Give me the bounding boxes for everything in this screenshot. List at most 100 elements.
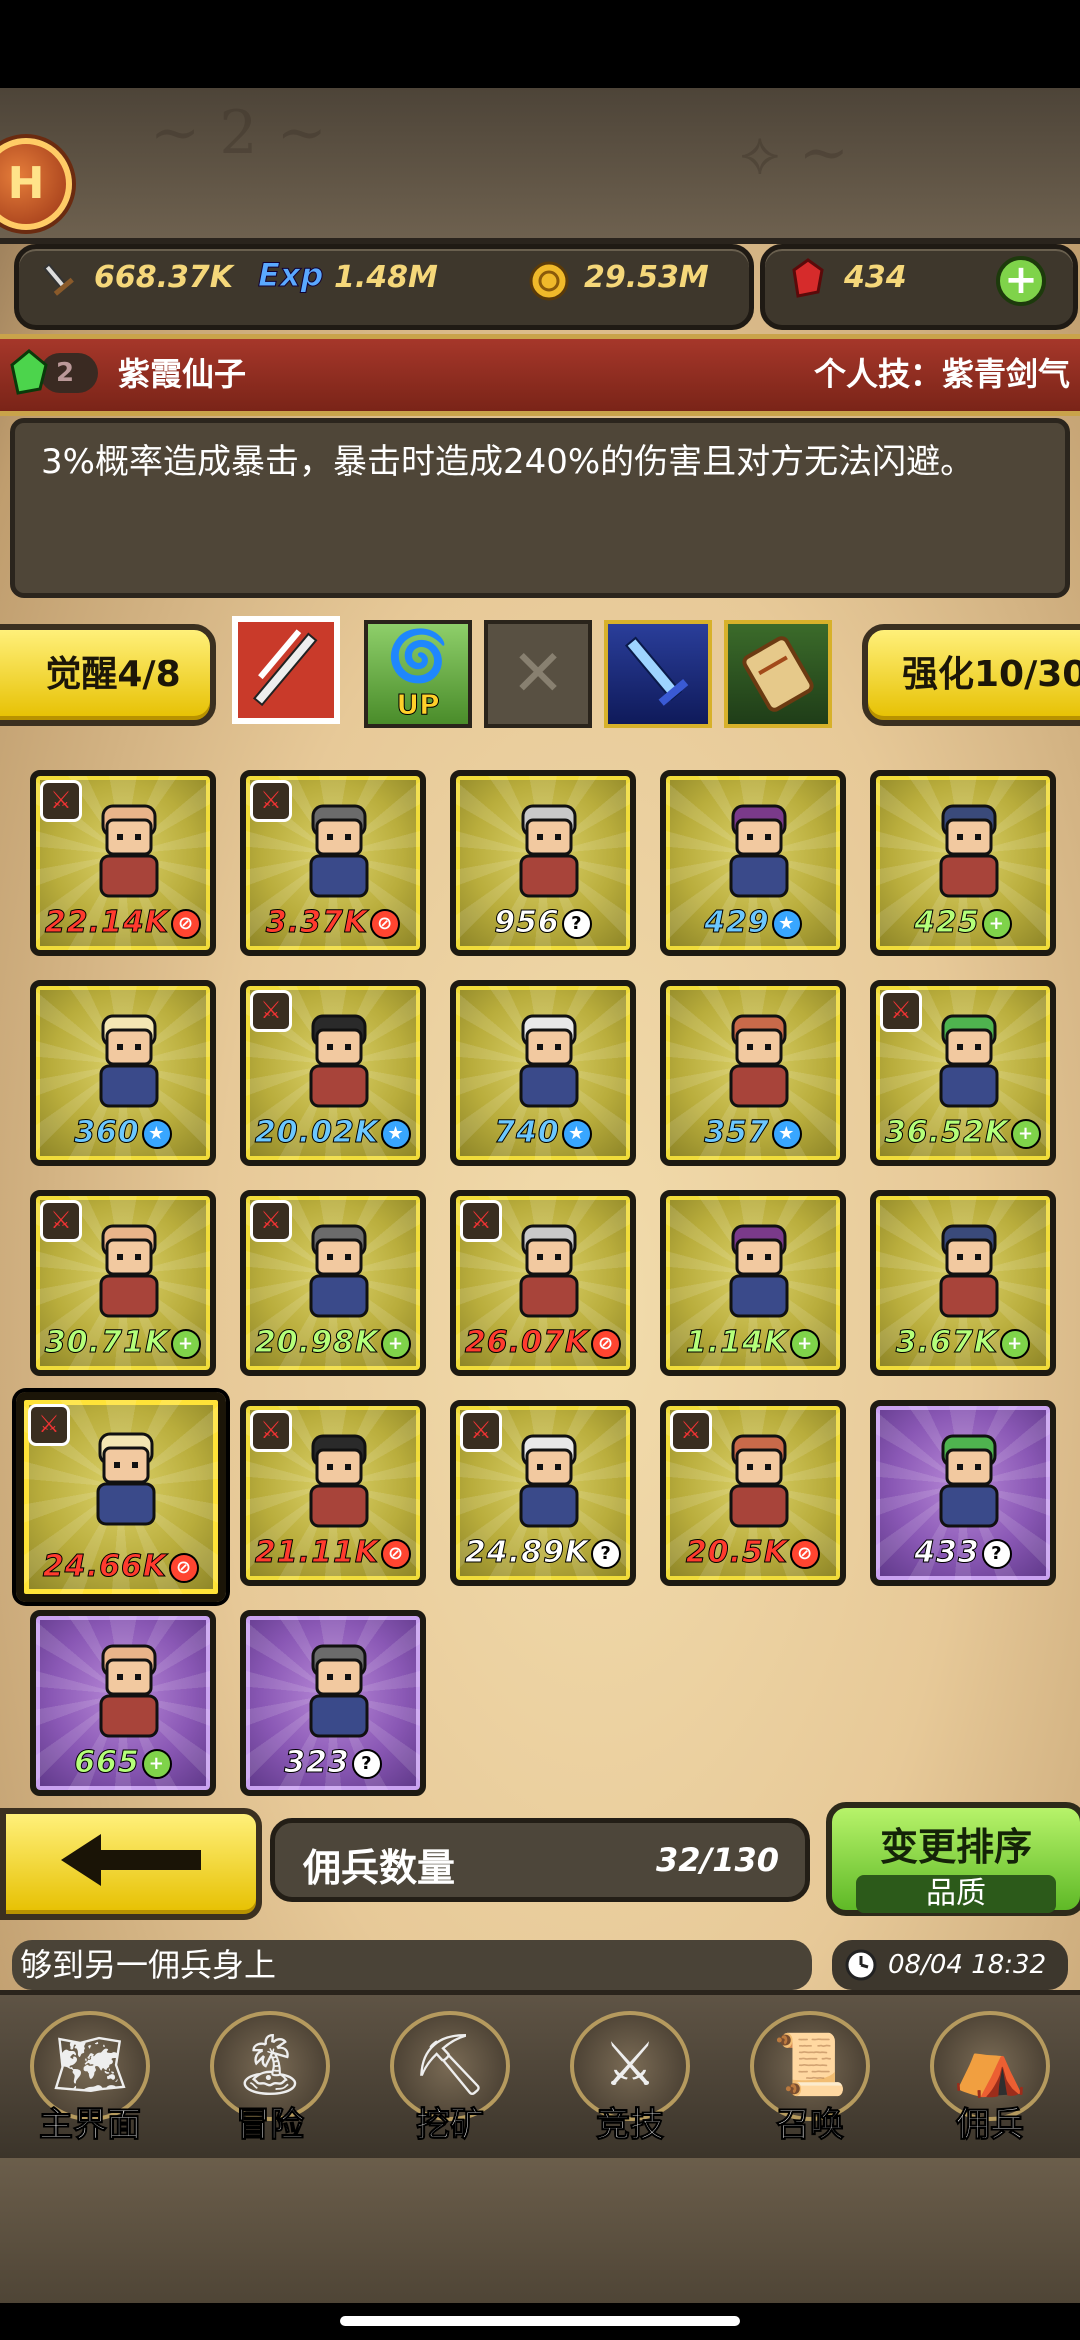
mercenary-card[interactable]: ⚔ 3.37K ⊘ [240, 770, 426, 956]
mercenary-avatar [99, 1014, 159, 1108]
mercenary-card[interactable]: 1.14K + [660, 1190, 846, 1376]
mercenary-power: 360 ★ [36, 1115, 210, 1151]
mercenary-card[interactable]: 433? [870, 1400, 1056, 1586]
mercenary-card[interactable]: 429 ★ [660, 770, 846, 956]
mercenary-card[interactable]: ⚔ 24.66K ⊘ [16, 1392, 226, 1602]
sort-label: 变更排序 [879, 1825, 1032, 1869]
mercenary-avatar [939, 804, 999, 898]
top-map-strip: ~ 2 ~ ⟡ ~ [0, 88, 1080, 244]
mercenary-card[interactable]: 357 ★ [660, 980, 846, 1166]
mercenary-card[interactable]: 425 + [870, 770, 1056, 956]
mercenary-avatar [309, 1434, 369, 1528]
mercenary-power: 24.89K? [456, 1535, 630, 1571]
mercenary-power: 740 ★ [456, 1115, 630, 1151]
power-value: 21.11K [254, 1535, 380, 1571]
nav-item[interactable]: 🏝 冒险 [180, 1995, 360, 2160]
mercenary-card[interactable]: ⚔ 21.11K ⊘ [240, 1400, 426, 1586]
mercenary-card[interactable]: ⚔ 20.5K ⊘ [660, 1400, 846, 1586]
bottom-navigation: 🗺 主界面 🏝 冒险 ⛏ 挖矿 ⚔ 竞技 📜 召唤 ⛺ 佣兵 [0, 1990, 1080, 2165]
mercenary-card[interactable]: ⚔ 36.52K + [870, 980, 1056, 1166]
back-button[interactable] [0, 1808, 262, 1920]
role-white-icon: ? [591, 1538, 622, 1569]
role-white-icon: ? [351, 1748, 382, 1779]
equipped-sword-icon: ⚔ [460, 1410, 502, 1452]
mercenary-avatar [309, 804, 369, 898]
sword-attack-icon [43, 263, 74, 296]
mercenary-card[interactable]: 956? [450, 770, 636, 956]
blue-sword-icon [624, 636, 689, 706]
hero-name-bar: 2 紫霞仙子 个人技：紫青剑气 [0, 334, 1080, 416]
role-blue-icon: ★ [381, 1118, 412, 1149]
gold-coin-icon [529, 261, 569, 301]
mercenary-avatar [939, 1224, 999, 1318]
awaken-button[interactable]: 觉醒4/8 [0, 624, 216, 726]
mercenary-card[interactable]: ⚔ 20.02K ★ [240, 980, 426, 1166]
mercenary-power: 24.66K ⊘ [24, 1549, 218, 1585]
skill-slot-slash[interactable] [232, 616, 340, 724]
power-value: 357 [704, 1115, 770, 1151]
change-sort-button[interactable]: 变更排序 品质 [826, 1802, 1080, 1916]
role-red-icon: ⊘ [790, 1538, 821, 1569]
skill-slot-scroll[interactable] [724, 620, 832, 728]
nav-item[interactable]: 📜 召唤 [720, 1995, 900, 2160]
mercenary-power: 30.71K + [36, 1325, 210, 1361]
skill-slot-empty[interactable]: ✕ [484, 620, 592, 728]
equipped-sword-icon: ⚔ [250, 1200, 292, 1242]
power-value: 36.52K [884, 1115, 1010, 1151]
mercenary-card[interactable]: 360 ★ [30, 980, 216, 1166]
green-gem-icon [10, 349, 48, 395]
power-value: 740 [494, 1115, 560, 1151]
role-red-icon: ⊘ [591, 1328, 622, 1359]
skill-slot-blue-sword[interactable] [604, 620, 712, 728]
mercenary-card[interactable]: 740 ★ [450, 980, 636, 1166]
mercenary-power: 21.11K ⊘ [246, 1535, 420, 1571]
bottom-map-strip [0, 2158, 1080, 2303]
mercenary-card[interactable]: ⚔ 24.89K? [450, 1400, 636, 1586]
mercenary-avatar [309, 1014, 369, 1108]
skill-slot-tornado-up[interactable]: 🌀 UP [364, 620, 472, 728]
enhance-button[interactable]: 强化10/30 [862, 624, 1080, 726]
mercenary-card[interactable]: ⚔ 20.98K + [240, 1190, 426, 1376]
mercenary-power: 433? [876, 1535, 1050, 1571]
nav-item[interactable]: 🗺 主界面 [0, 1995, 180, 2160]
role-red-icon: ⊘ [370, 908, 401, 939]
gold-value: 29.53M [584, 260, 709, 295]
power-value: 24.66K [42, 1549, 168, 1585]
mercenary-power: 429 ★ [666, 905, 840, 941]
nav-item[interactable]: ⛏ 挖矿 [360, 1995, 540, 2160]
mercenary-card[interactable]: ⚔ 26.07K ⊘ [450, 1190, 636, 1376]
mercenary-power: 425 + [876, 905, 1050, 941]
up-label: UP [396, 688, 440, 722]
mercenary-card[interactable]: ⚔ 22.14K ⊘ [30, 770, 216, 956]
role-green-icon: + [1000, 1328, 1031, 1359]
mercenary-card[interactable]: 665 + [30, 1610, 216, 1796]
mercenary-avatar [939, 1014, 999, 1108]
scrolling-message: 够到另一佣兵身上 [12, 1940, 812, 1990]
nav-item[interactable]: ⛺ 佣兵 [900, 1995, 1080, 2160]
equipped-sword-icon: ⚔ [250, 1410, 292, 1452]
power-value: 323 [284, 1745, 350, 1781]
mercenary-avatar [519, 1434, 579, 1528]
mercenary-power: 20.5K ⊘ [666, 1535, 840, 1571]
mercenary-power: 956? [456, 905, 630, 941]
mercenary-count-value: 32/130 [655, 1841, 779, 1879]
role-green-icon: + [790, 1328, 821, 1359]
mercenary-power: 20.02K ★ [246, 1115, 420, 1151]
power-value: 20.5K [685, 1535, 789, 1571]
slash-skill-icon [252, 629, 318, 707]
ruby-gem-icon [792, 258, 824, 298]
power-value: 30.71K [44, 1325, 170, 1361]
mercenary-power: 665 + [36, 1745, 210, 1781]
add-gems-button[interactable]: + [996, 256, 1046, 306]
power-value: 20.98K [254, 1325, 380, 1361]
mercenary-card[interactable]: ⚔ 30.71K + [30, 1190, 216, 1376]
nav-label: 冒险 [236, 2105, 305, 2146]
role-green-icon: + [1011, 1118, 1042, 1149]
nav-item[interactable]: ⚔ 竞技 [540, 1995, 720, 2160]
mercenary-power: 36.52K + [876, 1115, 1050, 1151]
power-value: 22.14K [44, 905, 170, 941]
mercenary-card[interactable]: 3.67K + [870, 1190, 1056, 1376]
mercenary-card[interactable]: 323? [240, 1610, 426, 1796]
role-red-icon: ⊘ [381, 1538, 412, 1569]
role-blue-icon: ★ [141, 1118, 172, 1149]
